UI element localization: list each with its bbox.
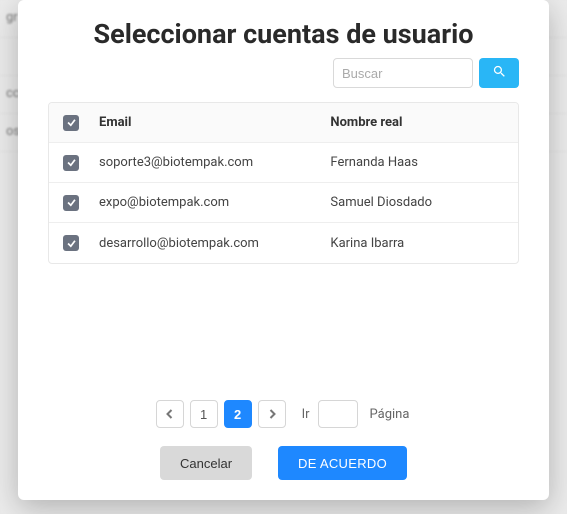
go-label: Ir (302, 407, 310, 422)
cell-email: desarrollo@biotempak.com (99, 236, 330, 251)
page-label: Página (370, 407, 410, 422)
page-number-button[interactable]: 1 (190, 400, 218, 428)
page-number-button-active[interactable]: 2 (224, 400, 252, 428)
modal-actions: Cancelar DE ACUERDO (48, 446, 519, 480)
search-icon (492, 64, 507, 82)
row-checkbox[interactable] (63, 235, 79, 251)
cell-email: expo@biotempak.com (99, 195, 330, 210)
header-name: Nombre real (330, 115, 504, 130)
cell-name: Karina Ibarra (330, 236, 504, 251)
table-row: desarrollo@biotempak.com Karina Ibarra (49, 223, 518, 263)
page-prev-button[interactable] (156, 400, 184, 428)
page-next-button[interactable] (258, 400, 286, 428)
row-checkbox[interactable] (63, 155, 79, 171)
select-all-checkbox[interactable] (63, 115, 79, 131)
cell-email: soporte3@biotempak.com (99, 155, 330, 170)
accounts-table: Email Nombre real soporte3@biotempak.com… (48, 102, 519, 264)
chevron-left-icon (165, 407, 175, 422)
table-row: expo@biotempak.com Samuel Diosdado (49, 183, 518, 223)
chevron-right-icon (267, 407, 277, 422)
table-header: Email Nombre real (49, 103, 518, 143)
cell-name: Fernanda Haas (330, 155, 504, 170)
cell-name: Samuel Diosdado (330, 195, 504, 210)
search-button[interactable] (479, 58, 519, 88)
search-row (48, 58, 519, 88)
pagination: 1 2 Ir Página (48, 400, 519, 428)
row-checkbox[interactable] (63, 195, 79, 211)
page-input[interactable] (318, 400, 358, 428)
header-email: Email (99, 115, 330, 130)
search-input[interactable] (333, 58, 473, 88)
select-accounts-modal: Seleccionar cuentas de usuario Email Nom… (18, 0, 549, 500)
table-row: soporte3@biotempak.com Fernanda Haas (49, 143, 518, 183)
cancel-button[interactable]: Cancelar (160, 446, 252, 480)
ok-button[interactable]: DE ACUERDO (278, 446, 407, 480)
modal-title: Seleccionar cuentas de usuario (48, 18, 519, 50)
